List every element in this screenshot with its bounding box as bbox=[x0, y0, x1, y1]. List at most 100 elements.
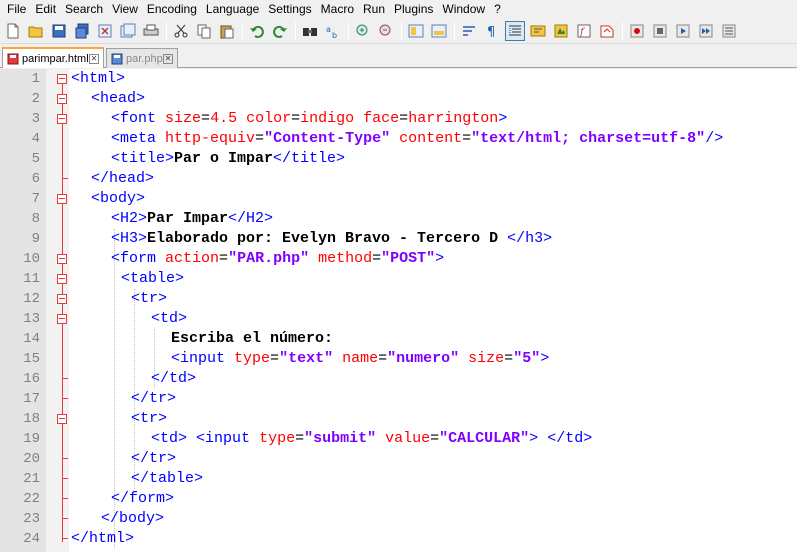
redo-icon[interactable] bbox=[270, 21, 290, 41]
toolbar-separator bbox=[166, 21, 167, 40]
fold-toggle-icon[interactable] bbox=[57, 74, 67, 84]
function-list-icon[interactable]: f bbox=[574, 21, 594, 41]
print-icon[interactable] bbox=[141, 21, 161, 41]
close-all-icon[interactable] bbox=[118, 21, 138, 41]
code-text: </head> bbox=[91, 170, 155, 187]
toolbar: ab ¶ f bbox=[0, 18, 797, 44]
line-number: 10 bbox=[23, 251, 40, 267]
toolbar-separator bbox=[401, 21, 402, 40]
svg-text:b: b bbox=[332, 31, 337, 39]
tab-par-php[interactable]: par.php ✕ bbox=[106, 48, 178, 68]
menu-run[interactable]: Run bbox=[360, 0, 391, 18]
code-editor[interactable]: 1 <html> 2 <head> 3 <font size=4.5 color… bbox=[0, 69, 797, 552]
menu-bar: File Edit Search View Encoding Language … bbox=[0, 0, 797, 18]
code-line: 3 <font size=4.5 color=indigo face=harri… bbox=[0, 109, 797, 129]
fold-end-marker bbox=[62, 369, 68, 379]
fold-toggle-icon[interactable] bbox=[57, 274, 67, 284]
zoom-out-icon[interactable] bbox=[376, 21, 396, 41]
tab-close-icon[interactable]: ✕ bbox=[163, 53, 173, 64]
menu-plugins[interactable]: Plugins bbox=[391, 0, 439, 18]
svg-text:a: a bbox=[326, 25, 331, 34]
menu-window[interactable]: Window bbox=[439, 0, 491, 18]
line-number: 2 bbox=[31, 91, 40, 107]
code-text: <meta http-equiv="Content-Type" content=… bbox=[111, 130, 724, 147]
code-text: </tr> bbox=[131, 390, 177, 407]
line-number: 7 bbox=[31, 191, 40, 207]
zoom-in-icon[interactable] bbox=[353, 21, 373, 41]
save-all-icon[interactable] bbox=[72, 21, 92, 41]
line-number: 13 bbox=[23, 311, 40, 327]
play-macro-icon[interactable] bbox=[673, 21, 693, 41]
replace-icon[interactable]: ab bbox=[323, 21, 343, 41]
menu-settings[interactable]: Settings bbox=[265, 0, 317, 18]
menu-edit[interactable]: Edit bbox=[32, 0, 62, 18]
line-number: 18 bbox=[23, 411, 40, 427]
code-text: <title>Par o Impar</title> bbox=[111, 150, 346, 167]
sync-horizontal-icon[interactable] bbox=[429, 21, 449, 41]
folder-workspace-icon[interactable] bbox=[597, 21, 617, 41]
fold-toggle-icon[interactable] bbox=[57, 94, 67, 104]
open-file-icon[interactable] bbox=[26, 21, 46, 41]
copy-icon[interactable] bbox=[194, 21, 214, 41]
menu-file[interactable]: File bbox=[4, 0, 32, 18]
code-line: 6 </head> bbox=[0, 169, 797, 189]
fold-toggle-icon[interactable] bbox=[57, 254, 67, 264]
user-lang-icon[interactable] bbox=[528, 21, 548, 41]
line-number: 3 bbox=[31, 111, 40, 127]
new-file-icon[interactable] bbox=[3, 21, 23, 41]
code-text: </form> bbox=[111, 490, 175, 507]
menu-encoding[interactable]: Encoding bbox=[144, 0, 203, 18]
code-text: <head> bbox=[91, 90, 146, 107]
code-text: <body> bbox=[91, 190, 146, 207]
menu-help[interactable]: ? bbox=[491, 0, 507, 18]
code-line: 2 <head> bbox=[0, 89, 797, 109]
fold-toggle-icon[interactable] bbox=[57, 294, 67, 304]
line-number: 8 bbox=[31, 211, 40, 227]
line-number: 12 bbox=[23, 291, 40, 307]
tab-parimpar-html[interactable]: parimpar.html ✕ bbox=[2, 47, 104, 68]
code-text: <H2>Par Impar</H2> bbox=[111, 210, 274, 227]
code-line: 13 <td> bbox=[0, 309, 797, 329]
fold-end-marker bbox=[62, 529, 68, 539]
code-text: <html> bbox=[71, 70, 126, 87]
show-all-chars-icon[interactable]: ¶ bbox=[482, 21, 502, 41]
menu-language[interactable]: Language bbox=[203, 0, 265, 18]
file-unsaved-icon bbox=[7, 53, 19, 65]
fold-toggle-icon[interactable] bbox=[57, 114, 67, 124]
save-icon[interactable] bbox=[49, 21, 69, 41]
fold-toggle-icon[interactable] bbox=[57, 194, 67, 204]
line-number: 9 bbox=[31, 231, 40, 247]
paste-icon[interactable] bbox=[217, 21, 237, 41]
tab-close-icon[interactable]: ✕ bbox=[89, 53, 99, 64]
fold-end-marker bbox=[62, 169, 68, 179]
code-line: 7 <body> bbox=[0, 189, 797, 209]
play-multiple-icon[interactable] bbox=[696, 21, 716, 41]
line-number: 14 bbox=[23, 331, 40, 347]
menu-macro[interactable]: Macro bbox=[318, 0, 360, 18]
menu-view[interactable]: View bbox=[109, 0, 144, 18]
find-icon[interactable] bbox=[300, 21, 320, 41]
word-wrap-icon[interactable] bbox=[459, 21, 479, 41]
line-number: 6 bbox=[31, 171, 40, 187]
record-macro-icon[interactable] bbox=[627, 21, 647, 41]
fold-toggle-icon[interactable] bbox=[57, 314, 67, 324]
stop-record-icon[interactable] bbox=[650, 21, 670, 41]
code-text: </html> bbox=[71, 530, 135, 547]
code-line: 23 </body> bbox=[0, 509, 797, 529]
fold-end-marker bbox=[62, 489, 68, 499]
cut-icon[interactable] bbox=[171, 21, 191, 41]
code-line: 10 <form action="PAR.php" method="POST"> bbox=[0, 249, 797, 269]
indent-guide-icon[interactable] bbox=[505, 20, 525, 41]
undo-icon[interactable] bbox=[247, 21, 267, 41]
line-number: 17 bbox=[23, 391, 40, 407]
save-macro-icon[interactable] bbox=[719, 21, 739, 41]
close-icon[interactable] bbox=[95, 21, 115, 41]
code-text: <font size=4.5 color=indigo face=harring… bbox=[111, 110, 508, 127]
line-number: 22 bbox=[23, 491, 40, 507]
line-number: 21 bbox=[23, 471, 40, 487]
code-line: 21 </table> bbox=[0, 469, 797, 489]
fold-toggle-icon[interactable] bbox=[57, 414, 67, 424]
menu-search[interactable]: Search bbox=[62, 0, 109, 18]
sync-vertical-icon[interactable] bbox=[406, 21, 426, 41]
doc-map-icon[interactable] bbox=[551, 21, 571, 41]
